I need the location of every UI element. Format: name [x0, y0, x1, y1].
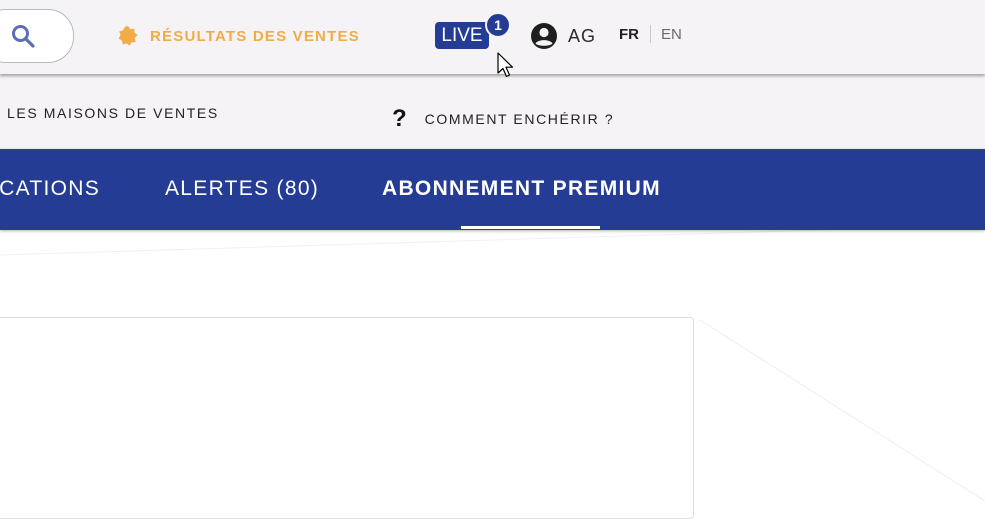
live-notification-count: 1: [485, 12, 511, 38]
nav-auction-houses[interactable]: LES MAISONS DE VENTES: [7, 105, 219, 121]
seal-badge-icon: [118, 26, 138, 46]
sales-results-label: RÉSULTATS DES VENTES: [150, 27, 360, 45]
secondary-nav: LES MAISONS DE VENTES ? COMMENT ENCHÉRIR…: [0, 74, 985, 149]
live-badge[interactable]: LIVE: [435, 22, 489, 49]
language-switcher: FR EN: [619, 25, 682, 43]
tab-publications[interactable]: ICATIONS: [0, 177, 100, 201]
nav-how-to-bid-label: COMMENT ENCHÉRIR ?: [424, 111, 615, 127]
account-initials: AG: [568, 25, 597, 46]
live-button[interactable]: LIVE 1: [435, 10, 515, 54]
top-bar: RÉSULTATS DES VENTES LIVE 1 AG FR EN: [0, 0, 985, 74]
tab-premium-subscription[interactable]: ABONNEMENT PREMIUM: [382, 177, 661, 201]
tab-alerts[interactable]: ALERTES (80): [165, 177, 319, 201]
question-mark-icon: ?: [392, 105, 407, 132]
account-circle-icon: [531, 23, 557, 49]
mouse-cursor-icon: [497, 52, 514, 78]
account-menu[interactable]: AG: [530, 22, 596, 50]
nav-how-to-bid[interactable]: ? COMMENT ENCHÉRIR ?: [392, 105, 614, 133]
sales-results-link[interactable]: RÉSULTATS DES VENTES: [118, 26, 360, 46]
search-icon: [12, 25, 35, 48]
active-tab-indicator: [461, 226, 600, 229]
search-button[interactable]: [0, 9, 74, 63]
content-card: [0, 317, 694, 519]
account-tabs: ICATIONS ALERTES (80) ABONNEMENT PREMIUM: [0, 149, 985, 230]
language-en[interactable]: EN: [651, 26, 682, 43]
language-fr[interactable]: FR: [619, 26, 650, 43]
